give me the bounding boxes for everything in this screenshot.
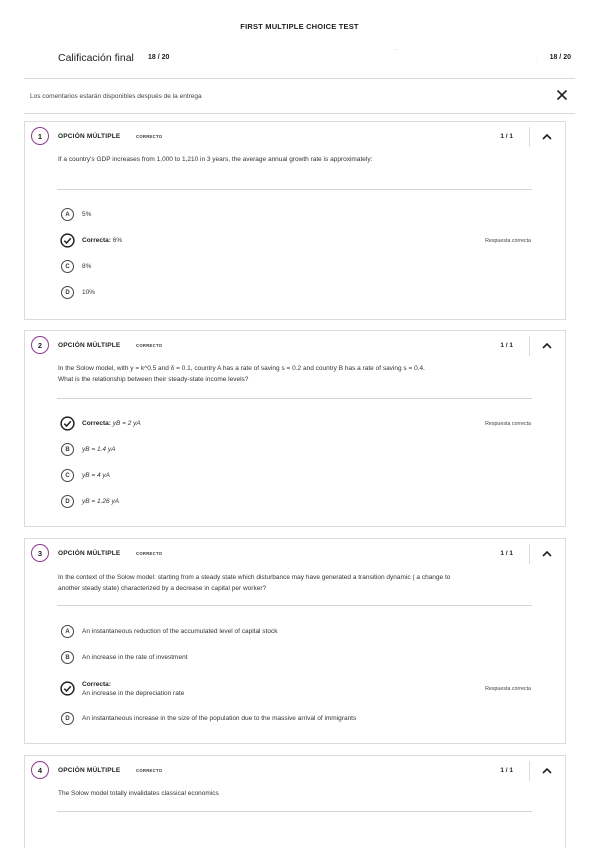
chevron-up-icon <box>542 550 552 557</box>
answer-option: B yB = 1.4 yA <box>61 443 531 457</box>
question-score: 1 / 1 <box>500 550 513 557</box>
correct-prefix: Correcta: <box>82 420 111 427</box>
question-card: 1 OPCIÓN MÚLTIPLE CORRECTO 1 / 1 If a co… <box>24 121 566 320</box>
divider <box>529 336 530 356</box>
question-type: OPCIÓN MÚLTIPLE <box>58 550 121 557</box>
option-text: An instantaneous increase in the size of… <box>82 715 357 722</box>
question-score: 1 / 1 <box>500 133 513 140</box>
question-status: CORRECTO <box>136 551 163 556</box>
question-status: CORRECTO <box>136 343 163 348</box>
correct-answer-tag: Respuesta correcta <box>485 686 531 692</box>
option-letter: B <box>61 651 74 664</box>
answer-option: A 5% <box>61 208 531 222</box>
divider <box>529 761 530 781</box>
question-type: OPCIÓN MÚLTIPLE <box>58 342 121 349</box>
option-letter: A <box>61 625 74 638</box>
question-text: In the Solow model, with y = k^0.5 and δ… <box>58 364 535 385</box>
question-card: 2 OPCIÓN MÚLTIPLE CORRECTO 1 / 1 In the … <box>24 330 566 527</box>
chevron-up-icon <box>542 133 552 140</box>
question-score: 1 / 1 <box>500 342 513 349</box>
final-grade-score: 18 / 20 <box>549 54 571 61</box>
question-text-line: What is the relationship between their s… <box>58 375 249 383</box>
question-text-line: another steady state) characterized by a… <box>58 584 267 592</box>
question-type: OPCIÓN MÚLTIPLE <box>58 133 121 140</box>
chevron-up-icon <box>542 767 552 774</box>
option-letter: A <box>61 208 74 221</box>
question-card: 3 OPCIÓN MÚLTIPLE CORRECTO 1 / 1 In the … <box>24 538 566 744</box>
question-text-line: In the context of the Solow model: start… <box>58 574 451 581</box>
answer-option: D yB = 1.26 yA <box>61 495 531 509</box>
question-number: 3 <box>31 544 49 562</box>
option-text: 6% <box>112 237 123 244</box>
question-status: CORRECTO <box>136 768 163 773</box>
option-letter: C <box>61 469 74 482</box>
divider <box>57 398 532 399</box>
answer-option: A An instantaneous reduction of the accu… <box>61 625 531 639</box>
question-text: In the context of the Solow model: start… <box>58 573 535 594</box>
question-number: 4 <box>31 761 49 779</box>
option-letter: C <box>61 260 74 273</box>
correct-answer-tag: Respuesta correcta <box>485 238 531 244</box>
answer-option-correct: Correcta: yB = 2 yA Respuesta correcta <box>60 416 531 431</box>
divider <box>529 544 530 564</box>
question-type: OPCIÓN MÚLTIPLE <box>58 767 121 774</box>
option-text: yB = 2 yA <box>112 420 141 427</box>
question-text: If a country's GDP increases from 1,000 … <box>58 156 373 163</box>
option-letter: B <box>61 443 74 456</box>
correct-prefix: Correcta: <box>82 681 111 688</box>
option-text: yB = 4 yA <box>82 472 110 479</box>
correct-prefix: Correcta: <box>82 237 111 244</box>
collapse-button[interactable] <box>540 547 554 559</box>
close-icon <box>556 89 568 101</box>
answer-option: C 8% <box>61 260 531 274</box>
stray-mark: . <box>535 55 537 61</box>
page-title: FIRST MULTIPLE CHOICE TEST <box>240 22 359 31</box>
option-text: 10% <box>82 289 96 296</box>
check-circle-icon <box>60 233 75 248</box>
answer-option: D An instantaneous increase in the size … <box>61 712 531 726</box>
option-text: An instantaneous reduction of the accumu… <box>82 628 278 635</box>
divider <box>57 605 532 606</box>
option-text: An increase in the rate of investment <box>82 654 188 661</box>
answer-option-correct: Correcta: 6% Respuesta correcta <box>60 233 531 248</box>
answer-option: D 10% <box>61 286 531 300</box>
question-card: 4 OPCIÓN MÚLTIPLE CORRECTO 1 / 1 The Sol… <box>24 755 566 848</box>
question-status: CORRECTO <box>136 134 163 139</box>
question-text-line: In the Solow model, with y = k^0.5 and δ… <box>58 365 425 372</box>
check-circle-icon <box>60 681 75 696</box>
stray-mark: - <box>395 47 397 53</box>
option-letter: D <box>61 286 74 299</box>
question-score: 1 / 1 <box>500 767 513 774</box>
answer-option: B An increase in the rate of investment <box>61 651 531 665</box>
divider <box>24 78 575 79</box>
option-text: yB = 1.26 yA <box>82 498 120 505</box>
final-grade-inline-score: 18 / 20 <box>148 54 170 61</box>
divider <box>57 189 532 190</box>
correct-answer-tag: Respuesta correcta <box>485 421 531 427</box>
option-text: 8% <box>82 263 92 270</box>
answer-option: C yB = 4 yA <box>61 469 531 483</box>
option-text: yB = 1.4 yA <box>82 446 116 453</box>
grade-bar: Calificación final 18 / 20 - . 18 / 20 <box>58 47 571 68</box>
divider <box>57 811 532 812</box>
question-number: 2 <box>31 336 49 354</box>
option-text: 5% <box>82 211 92 218</box>
collapse-button[interactable] <box>540 764 554 776</box>
option-text: An increase in the depreciation rate <box>82 690 185 697</box>
option-letter: D <box>61 712 74 725</box>
final-grade-label: Calificación final <box>58 52 134 64</box>
answer-option-correct: Correcta: An increase in the depreciatio… <box>60 681 531 697</box>
divider <box>529 127 530 147</box>
comments-notice: Los comentarios estarán disponibles desp… <box>30 93 202 100</box>
collapse-button[interactable] <box>540 130 554 142</box>
question-number: 1 <box>31 127 49 145</box>
divider <box>24 113 575 114</box>
collapse-button[interactable] <box>540 339 554 351</box>
close-button[interactable] <box>555 88 569 102</box>
option-letter: D <box>61 495 74 508</box>
chevron-up-icon <box>542 342 552 349</box>
question-text: The Solow model totally invalidates clas… <box>58 790 219 797</box>
check-circle-icon <box>60 416 75 431</box>
